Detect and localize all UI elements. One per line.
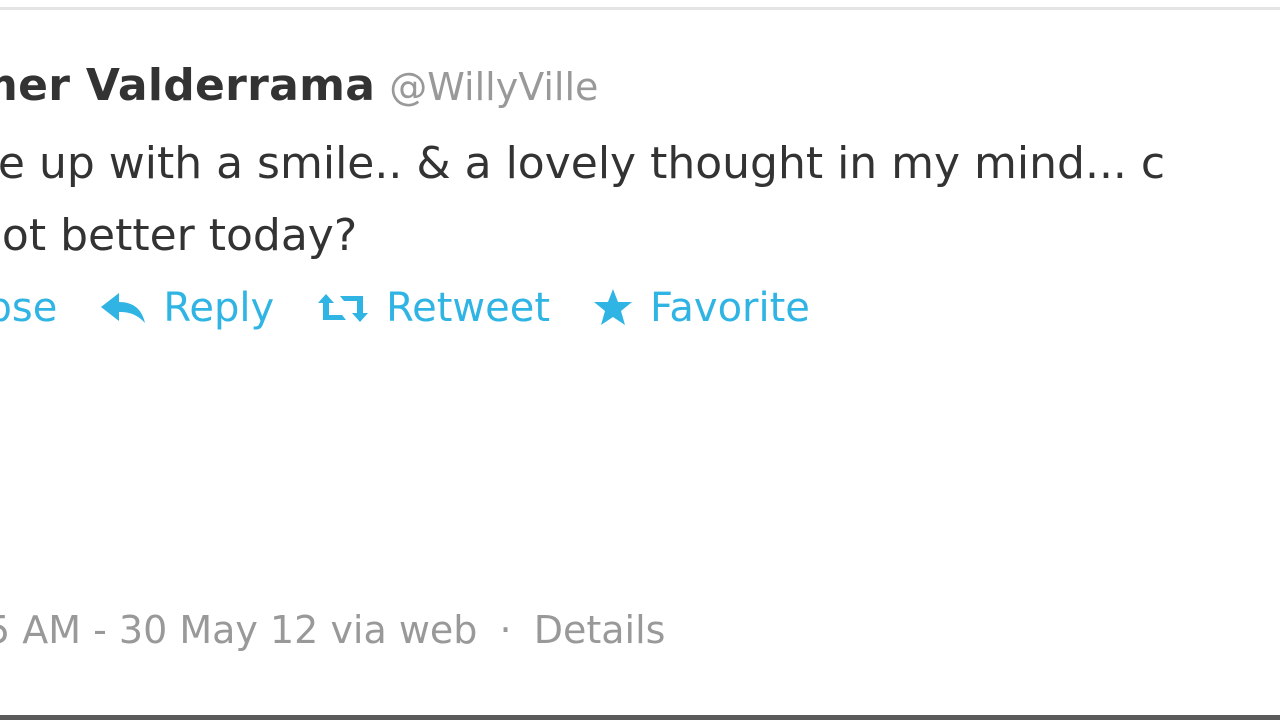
favorite-label: Favorite bbox=[650, 285, 810, 331]
retweet-label: Retweet bbox=[386, 285, 551, 331]
tweet-author-fullname[interactable]: mer Valderrama bbox=[0, 60, 375, 111]
tweet-text-line-2: got better today? bbox=[0, 210, 358, 261]
reply-label: Reply bbox=[163, 285, 275, 331]
tweet-text: ke up with a smile.. & a lovely thought … bbox=[0, 128, 1280, 272]
reply-icon bbox=[99, 291, 147, 325]
retweet-button[interactable]: Retweet bbox=[316, 285, 550, 331]
retweet-icon bbox=[316, 290, 370, 326]
tweet-meta: 5 AM - 30 May 12 via web · Details bbox=[0, 600, 665, 660]
star-icon bbox=[592, 288, 634, 328]
details-link[interactable]: Details bbox=[534, 608, 666, 652]
favorite-button[interactable]: Favorite bbox=[592, 285, 810, 331]
tweet-actions: apse Reply Retweet bbox=[0, 278, 852, 338]
reply-button[interactable]: Reply bbox=[99, 285, 274, 331]
bottom-divider bbox=[0, 715, 1280, 720]
tweet-card: mer Valderrama @WillyVille ke up with a s… bbox=[0, 0, 1280, 715]
tweet-header: mer Valderrama @WillyVille bbox=[0, 56, 598, 116]
collapse-link[interactable]: apse bbox=[0, 285, 57, 331]
meta-separator: · bbox=[499, 608, 512, 652]
tweet-timestamp[interactable]: 5 AM - 30 May 12 bbox=[0, 608, 318, 652]
tweet-author-username[interactable]: @WillyVille bbox=[389, 65, 598, 109]
tweet-source: via web bbox=[330, 608, 478, 652]
collapse-label: apse bbox=[0, 285, 58, 331]
tweet-text-line-1: ke up with a smile.. & a lovely thought … bbox=[0, 138, 1166, 189]
